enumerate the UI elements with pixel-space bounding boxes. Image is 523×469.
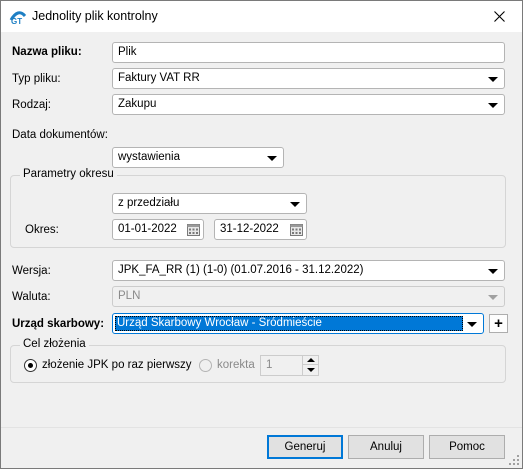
close-button[interactable] <box>476 1 522 31</box>
korekta-radio-label: korekta <box>217 359 255 371</box>
okres-do-value: 31-12-2022 <box>220 223 279 235</box>
anuluj-button[interactable]: Anuluj <box>348 435 424 459</box>
okres-od-input[interactable]: 01-01-2022 <box>112 219 204 240</box>
waluta-label: Waluta: <box>12 291 51 303</box>
triangle-down-icon <box>306 367 315 372</box>
dialog-window: GT Jednolity plik kontrolny Nazwa pliku:… <box>0 0 523 469</box>
zakres-select[interactable]: z przedziału <box>112 193 307 214</box>
parametry-okresu-title: Parametry okresu <box>20 168 117 180</box>
add-urzad-button[interactable]: + <box>489 314 508 333</box>
pomoc-button[interactable]: Pomoc <box>429 435 505 459</box>
urzad-label: Urząd skarbowy: <box>12 318 105 330</box>
cel-zlozenia-title: Cel złożenia <box>20 338 89 350</box>
korekta-radio <box>199 359 212 372</box>
generuj-button[interactable]: Generuj <box>267 435 343 459</box>
nazwa-pliku-label: Nazwa pliku: <box>12 46 82 58</box>
footer-divider <box>1 427 522 428</box>
pierwszy-radio[interactable] <box>24 359 37 372</box>
title-bar: GT Jednolity plik kontrolny <box>1 1 522 32</box>
close-icon <box>493 10 505 22</box>
chevron-down-icon <box>467 322 477 327</box>
waluta-value: PLN <box>118 290 141 302</box>
okres-label: Okres: <box>25 224 59 236</box>
app-logo-icon: GT <box>9 11 27 26</box>
chevron-down-icon <box>488 295 498 300</box>
svg-text:GT: GT <box>11 17 22 26</box>
korekta-stepper: 1 <box>260 355 319 376</box>
data-dokumentow-select[interactable]: wystawienia <box>112 147 284 168</box>
wersja-select[interactable]: JPK_FA_RR (1) (1-0) (01.07.2016 - 31.12.… <box>112 260 505 281</box>
typ-pliku-label: Typ pliku: <box>12 73 61 85</box>
stepper-down-button <box>303 365 318 374</box>
okres-od-value: 01-01-2022 <box>118 223 177 235</box>
waluta-select: PLN <box>112 286 505 307</box>
resize-grip-icon[interactable] <box>509 455 519 465</box>
chevron-down-icon <box>267 156 277 161</box>
data-dokumentow-label: Data dokumentów: <box>12 129 108 141</box>
korekta-stepper-value: 1 <box>266 359 273 371</box>
nazwa-pliku-input[interactable]: Plik <box>112 42 505 63</box>
wersja-value: JPK_FA_RR (1) (1-0) (01.07.2016 - 31.12.… <box>118 264 364 276</box>
window-title: Jednolity plik kontrolny <box>32 9 158 23</box>
rodzaj-value: Zakupu <box>118 98 157 110</box>
wersja-label: Wersja: <box>12 265 51 277</box>
chevron-down-icon <box>488 77 498 82</box>
chevron-down-icon <box>488 269 498 274</box>
pierwszy-radio-label[interactable]: złożenie JPK po raz pierwszy <box>42 359 192 371</box>
urzad-select[interactable]: Urząd Skarbowy Wrocław - Śródmieście <box>112 313 484 334</box>
chevron-down-icon <box>488 103 498 108</box>
okres-do-input[interactable]: 31-12-2022 <box>214 219 307 240</box>
rodzaj-label: Rodzaj: <box>12 99 51 111</box>
typ-pliku-value: Faktury VAT RR <box>118 72 200 84</box>
typ-pliku-select[interactable]: Faktury VAT RR <box>112 68 505 89</box>
focus-outline <box>115 316 463 331</box>
zakres-value: z przedziału <box>118 197 180 209</box>
data-dokumentow-value: wystawienia <box>118 151 180 163</box>
calendar-icon[interactable] <box>290 224 303 236</box>
triangle-up-icon <box>306 358 315 362</box>
stepper-up-button <box>303 356 318 365</box>
chevron-down-icon <box>290 202 300 207</box>
rodzaj-select[interactable]: Zakupu <box>112 94 505 115</box>
calendar-icon[interactable] <box>187 224 200 236</box>
